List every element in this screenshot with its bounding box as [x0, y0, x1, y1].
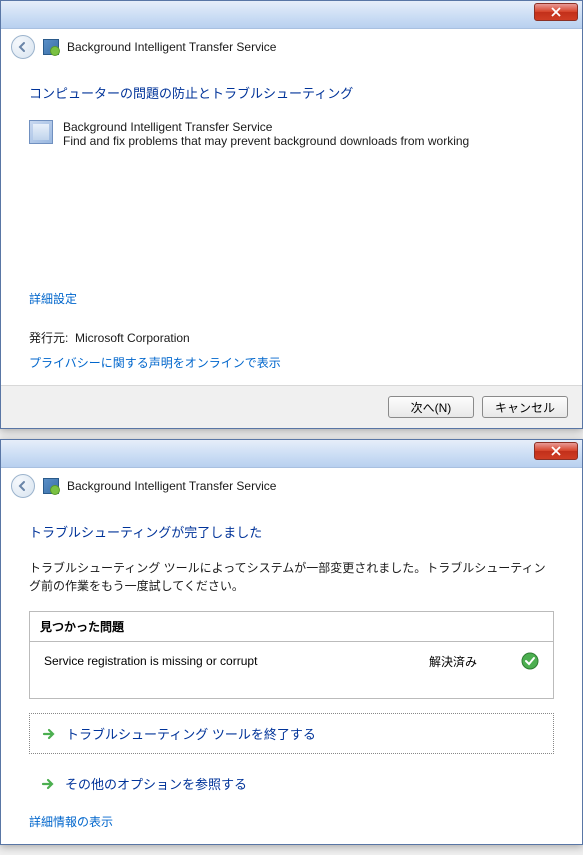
back-button[interactable] [11, 35, 35, 59]
footer: 次へ(N) キャンセル [1, 385, 582, 428]
other-options-label: その他のオプションを参照する [65, 774, 247, 793]
item-description: Find and fix problems that may prevent b… [63, 134, 469, 148]
problem-status: 解決済み [429, 653, 509, 670]
troubleshooter-window-2: Background Intelligent Transfer Service … [0, 439, 583, 845]
troubleshooter-window-1: Background Intelligent Transfer Service … [0, 0, 583, 429]
cancel-button[interactable]: キャンセル [482, 396, 568, 418]
arrow-right-icon [41, 777, 55, 791]
nav-header: Background Intelligent Transfer Service [1, 29, 582, 65]
close-troubleshooter-label: トラブルシューティング ツールを終了する [66, 724, 316, 743]
problems-found-box: 見つかった問題 Service registration is missing … [29, 611, 554, 699]
close-troubleshooter-link[interactable]: トラブルシューティング ツールを終了する [29, 713, 554, 754]
advanced-settings-link[interactable]: 詳細設定 [29, 290, 554, 307]
arrow-right-icon [42, 727, 56, 741]
content-area: コンピューターの問題の防止とトラブルシューティング Background Int… [1, 65, 582, 385]
next-button[interactable]: 次へ(N) [388, 396, 474, 418]
nav-header: Background Intelligent Transfer Service [1, 468, 582, 504]
problem-text: Service registration is missing or corru… [44, 654, 417, 668]
body-text: トラブルシューティング ツールによってシステムが一部変更されました。トラブルシュ… [29, 559, 554, 595]
publisher-label: 発行元: [29, 331, 68, 345]
back-arrow-icon [17, 480, 29, 492]
service-icon [29, 120, 53, 144]
other-options-link[interactable]: その他のオプションを参照する [29, 764, 554, 803]
titlebar [1, 1, 582, 29]
publisher-line: 発行元: Microsoft Corporation [29, 329, 554, 346]
close-button[interactable] [534, 442, 578, 460]
close-icon [551, 446, 561, 456]
page-heading: トラブルシューティングが完了しました [29, 522, 554, 541]
nav-title: Background Intelligent Transfer Service [67, 40, 276, 54]
check-icon [521, 652, 539, 670]
privacy-link[interactable]: プライバシーに関する声明をオンラインで表示 [29, 354, 554, 371]
troubleshooter-item: Background Intelligent Transfer Service … [29, 120, 554, 148]
item-title: Background Intelligent Transfer Service [63, 120, 469, 134]
view-details-link[interactable]: 詳細情報の表示 [29, 813, 554, 830]
close-button[interactable] [534, 3, 578, 21]
publisher-value: Microsoft Corporation [75, 331, 190, 345]
titlebar [1, 440, 582, 468]
nav-title: Background Intelligent Transfer Service [67, 479, 276, 493]
content-area: トラブルシューティングが完了しました トラブルシューティング ツールによってシス… [1, 504, 582, 844]
close-icon [551, 7, 561, 17]
wizard-icon [43, 478, 59, 494]
back-arrow-icon [17, 41, 29, 53]
page-heading: コンピューターの問題の防止とトラブルシューティング [29, 83, 554, 102]
problems-found-header: 見つかった問題 [30, 612, 553, 642]
wizard-icon [43, 39, 59, 55]
back-button[interactable] [11, 474, 35, 498]
problem-row: Service registration is missing or corru… [30, 642, 553, 698]
